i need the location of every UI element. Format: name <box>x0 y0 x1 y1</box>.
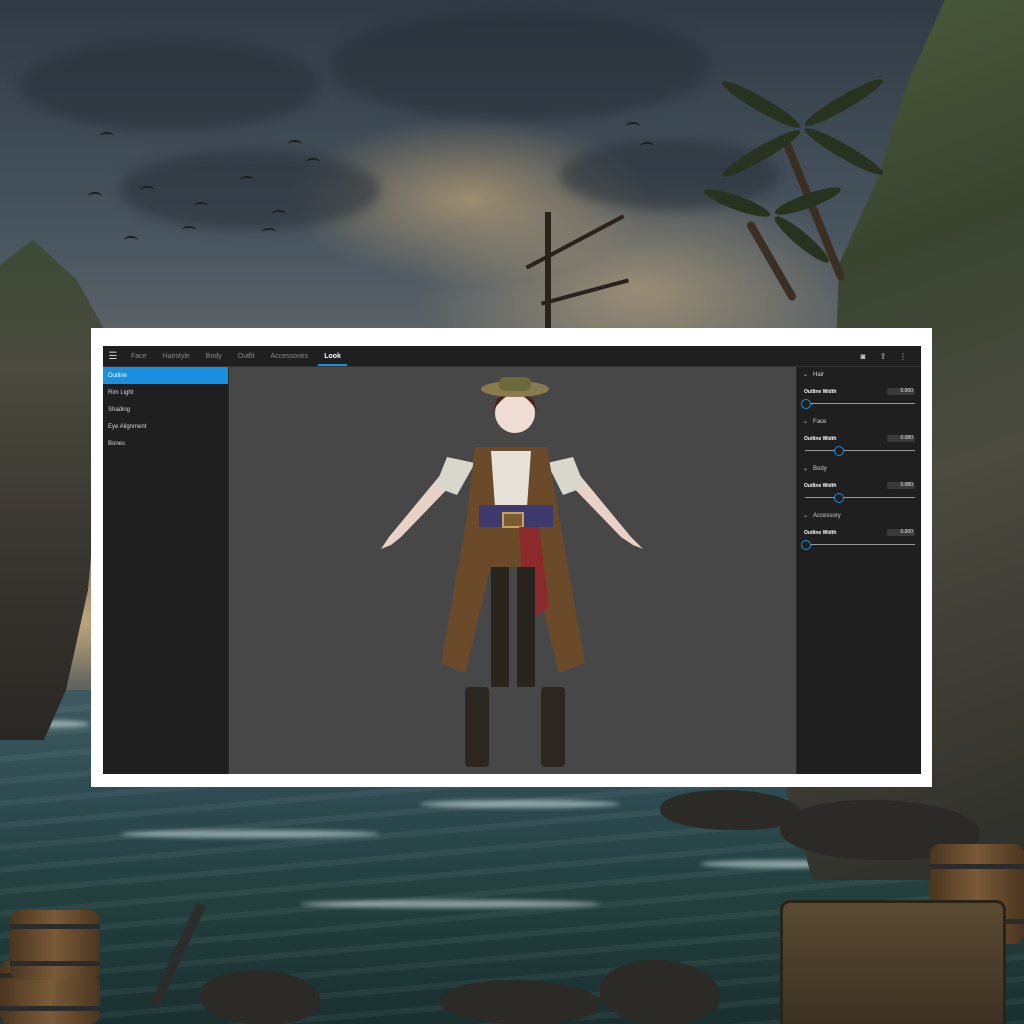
slider-thumb[interactable] <box>801 399 811 409</box>
tab-face[interactable]: Face <box>123 346 155 366</box>
share-icon[interactable]: ⇪ <box>873 352 893 361</box>
cloud <box>120 150 380 230</box>
treasure-chest <box>780 900 1006 1024</box>
slider-thumb[interactable] <box>801 540 811 550</box>
avatar-hat-crown <box>499 377 531 391</box>
chevron-down-icon: ⌄ <box>803 513 809 519</box>
wave-foam <box>300 900 600 908</box>
bird <box>626 122 640 130</box>
chevron-down-icon: ⌄ <box>803 466 809 472</box>
slider-thumb[interactable] <box>834 446 844 456</box>
avatar-right-boot <box>541 687 565 767</box>
rock <box>660 790 800 830</box>
bird <box>288 140 302 148</box>
outline-width-value[interactable]: 0.000 <box>887 529 915 536</box>
outline-width-slider[interactable] <box>805 497 915 498</box>
bird <box>88 192 102 200</box>
chevron-down-icon: ⌄ <box>803 372 809 378</box>
body-section-header[interactable]: ⌄ Body <box>803 465 827 473</box>
nav-item-eye-alignment[interactable]: Eye Alignment <box>103 418 228 435</box>
barrel <box>10 910 100 980</box>
section-title: Hair <box>813 371 825 378</box>
tab-accessories[interactable]: Accessories <box>263 346 317 366</box>
top-actions: ◙ ⇪ ⋮ <box>853 352 921 361</box>
avatar-right-leg <box>517 567 535 687</box>
bird <box>640 142 654 150</box>
bird <box>272 210 286 218</box>
avatar-left-leg <box>491 567 509 687</box>
bird <box>240 176 254 184</box>
outline-width-value[interactable]: 0.080 <box>887 435 915 442</box>
bird <box>306 158 320 166</box>
outline-width-label: Outline Width <box>804 530 837 536</box>
accessory-section: ⌄ Accessory Outline Width 0.000 <box>797 508 921 555</box>
avatar-shirt <box>491 451 531 507</box>
outline-width-label: Outline Width <box>804 483 837 489</box>
camera-icon[interactable]: ◙ <box>853 352 873 361</box>
section-title: Face <box>813 418 827 425</box>
avatar-model <box>381 377 643 767</box>
tab-look[interactable]: Look <box>316 346 349 366</box>
section-title: Body <box>813 465 827 472</box>
nav-item-rim-light[interactable]: Rim Light <box>103 384 228 401</box>
section-title: Accessory <box>813 512 841 519</box>
app-frame: ☰ Face Hairstyle Body Outfit Accessories… <box>91 328 932 787</box>
nav-item-bones[interactable]: Bones <box>103 435 228 452</box>
bird <box>182 226 196 234</box>
outline-width-slider[interactable] <box>805 403 915 404</box>
face-section: ⌄ Face Outline Width 0.080 <box>797 414 921 461</box>
tab-hairstyle[interactable]: Hairstyle <box>155 346 198 366</box>
avatar-belt-buckle <box>502 512 524 528</box>
accessory-section-header[interactable]: ⌄ Accessory <box>803 512 841 520</box>
outline-width-label: Outline Width <box>804 389 837 395</box>
avatar-editor-app: ☰ Face Hairstyle Body Outfit Accessories… <box>103 346 921 774</box>
cloud <box>20 40 320 130</box>
bird <box>124 236 138 244</box>
left-nav-panel: Outline Rim Light Shading Eye Alignment … <box>103 367 228 774</box>
tab-outfit[interactable]: Outfit <box>230 346 263 366</box>
outline-width-slider[interactable] <box>805 450 915 451</box>
nav-item-shading[interactable]: Shading <box>103 401 228 418</box>
outline-width-value[interactable]: 0.000 <box>887 388 915 395</box>
hair-section-header[interactable]: ⌄ Hair <box>803 371 825 379</box>
more-icon[interactable]: ⋮ <box>893 352 913 361</box>
tab-body[interactable]: Body <box>198 346 230 366</box>
hamburger-menu-icon[interactable]: ☰ <box>103 346 123 366</box>
outline-width-value[interactable]: 0.080 <box>887 482 915 489</box>
face-section-header[interactable]: ⌄ Face <box>803 418 827 426</box>
cloud <box>330 10 710 120</box>
avatar-left-boot <box>465 687 489 767</box>
bird <box>100 132 114 140</box>
nav-item-outline[interactable]: Outline <box>103 367 228 384</box>
body-section: ⌄ Body Outline Width 0.080 <box>797 461 921 508</box>
rock <box>440 980 600 1024</box>
top-bar: ☰ Face Hairstyle Body Outfit Accessories… <box>103 346 921 367</box>
chevron-down-icon: ⌄ <box>803 419 809 425</box>
bird <box>262 228 276 236</box>
hair-section: ⌄ Hair Outline Width 0.000 <box>797 367 921 414</box>
right-properties-panel: ⌄ Hair Outline Width 0.000 ⌄ Face Outlin… <box>797 367 921 774</box>
outline-width-label: Outline Width <box>804 436 837 442</box>
ship-mast <box>545 212 551 332</box>
bird <box>194 202 208 210</box>
3d-viewport[interactable] <box>229 367 796 774</box>
wave-foam <box>120 830 380 838</box>
slider-thumb[interactable] <box>834 493 844 503</box>
bird <box>140 186 154 194</box>
outline-width-slider[interactable] <box>805 544 915 545</box>
wave-foam <box>420 800 620 808</box>
